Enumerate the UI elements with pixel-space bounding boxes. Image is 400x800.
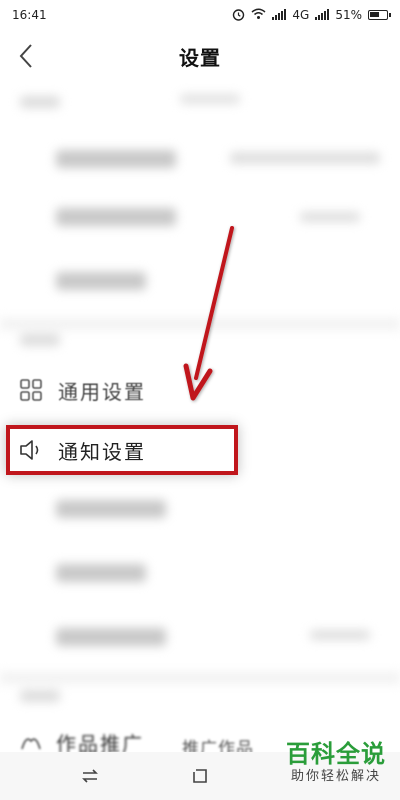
watermark-main-text: 百科全说 [286, 740, 386, 768]
grid-icon [18, 377, 44, 403]
setting-row-general[interactable]: 通用设置 [0, 362, 400, 418]
battery-percent: 51% [335, 8, 362, 22]
switch-apps-button[interactable] [74, 760, 106, 792]
status-bar: 16:41 4G 51% [0, 0, 400, 30]
blurred-row-text [56, 564, 146, 582]
blurred-row-text [230, 152, 380, 164]
watermark-logo: 百科全说 助你轻松解决 [276, 740, 396, 786]
blurred-row-text [20, 690, 60, 702]
blurred-row-text [56, 272, 146, 290]
blurred-row-text [20, 334, 60, 346]
signal-icon [272, 8, 287, 22]
blurred-row-text [20, 96, 60, 108]
header: 设置 [0, 30, 400, 82]
back-button[interactable] [8, 38, 44, 74]
blurred-row-text [300, 212, 360, 222]
blurred-divider [0, 672, 400, 684]
home-button[interactable] [184, 760, 216, 792]
blurred-row-text [56, 150, 176, 168]
setting-label-general: 通用设置 [58, 379, 146, 404]
setting-row-notification[interactable]: 通知设置 [6, 425, 238, 475]
blurred-row-text [56, 500, 166, 518]
alarm-icon [232, 8, 245, 23]
screen: 16:41 4G 51% 设置 通用设置 通知设置 作品推广 推广作品 百科全说… [0, 0, 400, 800]
blurred-row-text [56, 208, 176, 226]
blurred-row-text [56, 628, 166, 646]
chevron-left-icon [19, 44, 32, 68]
speaker-icon [18, 437, 44, 463]
wifi-icon [251, 8, 266, 22]
battery-icon [368, 10, 391, 20]
status-icons: 4G 51% [232, 8, 391, 23]
blurred-row-text [310, 630, 370, 640]
network-type: 4G [292, 8, 310, 22]
watermark-sub-text: 助你轻松解决 [290, 769, 381, 784]
swap-arrows-icon [82, 769, 98, 783]
setting-label-notification: 通知设置 [58, 439, 146, 464]
status-time: 16:41 [12, 8, 47, 22]
blurred-divider [0, 318, 400, 330]
square-icon [193, 769, 207, 783]
signal-icon-2 [315, 8, 330, 22]
blurred-row-text [180, 94, 240, 104]
page-title: 设置 [179, 45, 221, 70]
